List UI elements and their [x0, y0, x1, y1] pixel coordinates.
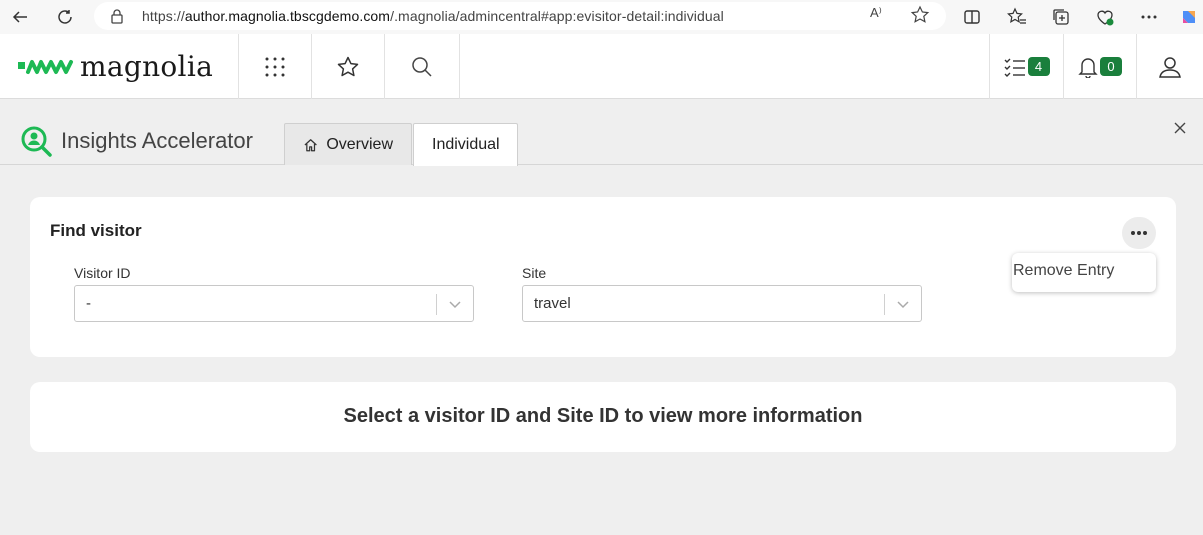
tab-overview-label: Overview — [326, 135, 393, 153]
lock-icon — [110, 8, 124, 29]
chevron-down-icon[interactable] — [895, 297, 911, 316]
url-text: https://author.magnolia.tbscgdemo.com/.m… — [142, 8, 724, 24]
app-launcher-button[interactable] — [238, 34, 312, 99]
search-button[interactable] — [385, 34, 460, 99]
ellipsis-icon — [1131, 231, 1147, 235]
visitor-id-label: Visitor ID — [74, 265, 131, 281]
favorite-star-icon[interactable] — [910, 5, 930, 30]
collections-icon[interactable] — [1050, 6, 1072, 28]
search-icon — [412, 56, 432, 77]
close-app-icon[interactable] — [1173, 121, 1187, 140]
magnolia-logo-icon — [18, 59, 73, 74]
app-title: Insights Accelerator — [61, 128, 253, 153]
tab-individual[interactable]: Individual — [413, 123, 518, 166]
copilot-icon[interactable] — [1178, 6, 1200, 28]
home-icon — [304, 138, 317, 151]
select-divider — [884, 294, 885, 315]
bell-icon — [1078, 57, 1098, 78]
actions-menu: Remove Entry — [1012, 253, 1156, 292]
visitor-id-value: - — [86, 295, 91, 312]
app-header: magnolia 4 0 — [0, 34, 1203, 99]
find-visitor-title: Find visitor — [50, 221, 142, 240]
logo[interactable]: magnolia — [18, 50, 213, 83]
tab-individual-label: Individual — [432, 136, 500, 153]
remove-entry-menu-item[interactable]: Remove Entry — [1013, 262, 1114, 280]
notifications-count-badge: 0 — [1100, 57, 1122, 76]
chevron-down-icon[interactable] — [447, 297, 463, 316]
refresh-icon[interactable] — [54, 6, 76, 28]
grid-icon — [265, 57, 285, 76]
tasks-icon — [1004, 58, 1025, 77]
app-subheader: Insights Accelerator Overview Individual — [0, 99, 1203, 166]
star-icon — [337, 56, 359, 76]
info-card: Select a visitor ID and Site ID to view … — [30, 382, 1176, 452]
browser-toolbar: https://author.magnolia.tbscgdemo.com/.m… — [0, 0, 1203, 34]
tasks-count-badge: 4 — [1027, 57, 1050, 76]
find-visitor-card: Find visitor Visitor ID - Site travel Re… — [30, 197, 1176, 357]
info-message: Select a visitor ID and Site ID to view … — [343, 405, 863, 427]
more-options-icon[interactable] — [1138, 6, 1160, 28]
address-bar[interactable]: https://author.magnolia.tbscgdemo.com/.m… — [94, 2, 946, 30]
favorites-button[interactable] — [312, 34, 385, 99]
read-aloud-icon[interactable]: A⁾ — [870, 5, 882, 21]
split-screen-icon[interactable] — [961, 6, 983, 28]
select-divider — [436, 294, 437, 315]
notifications-button[interactable]: 0 — [1063, 34, 1136, 99]
insights-app-icon — [20, 125, 52, 162]
site-select[interactable]: travel — [522, 285, 922, 322]
logo-text: magnolia — [80, 50, 214, 83]
browser-essentials-icon[interactable] — [1094, 6, 1116, 28]
tasks-button[interactable]: 4 — [989, 34, 1063, 99]
user-menu-button[interactable] — [1136, 34, 1203, 99]
back-icon[interactable] — [9, 6, 31, 28]
site-value: travel — [534, 295, 571, 312]
site-label: Site — [522, 265, 547, 281]
favorites-icon[interactable] — [1006, 6, 1028, 28]
user-icon — [1159, 56, 1181, 78]
tab-overview[interactable]: Overview — [284, 123, 412, 165]
visitor-id-select[interactable]: - — [74, 285, 474, 322]
more-actions-button[interactable] — [1122, 217, 1156, 249]
